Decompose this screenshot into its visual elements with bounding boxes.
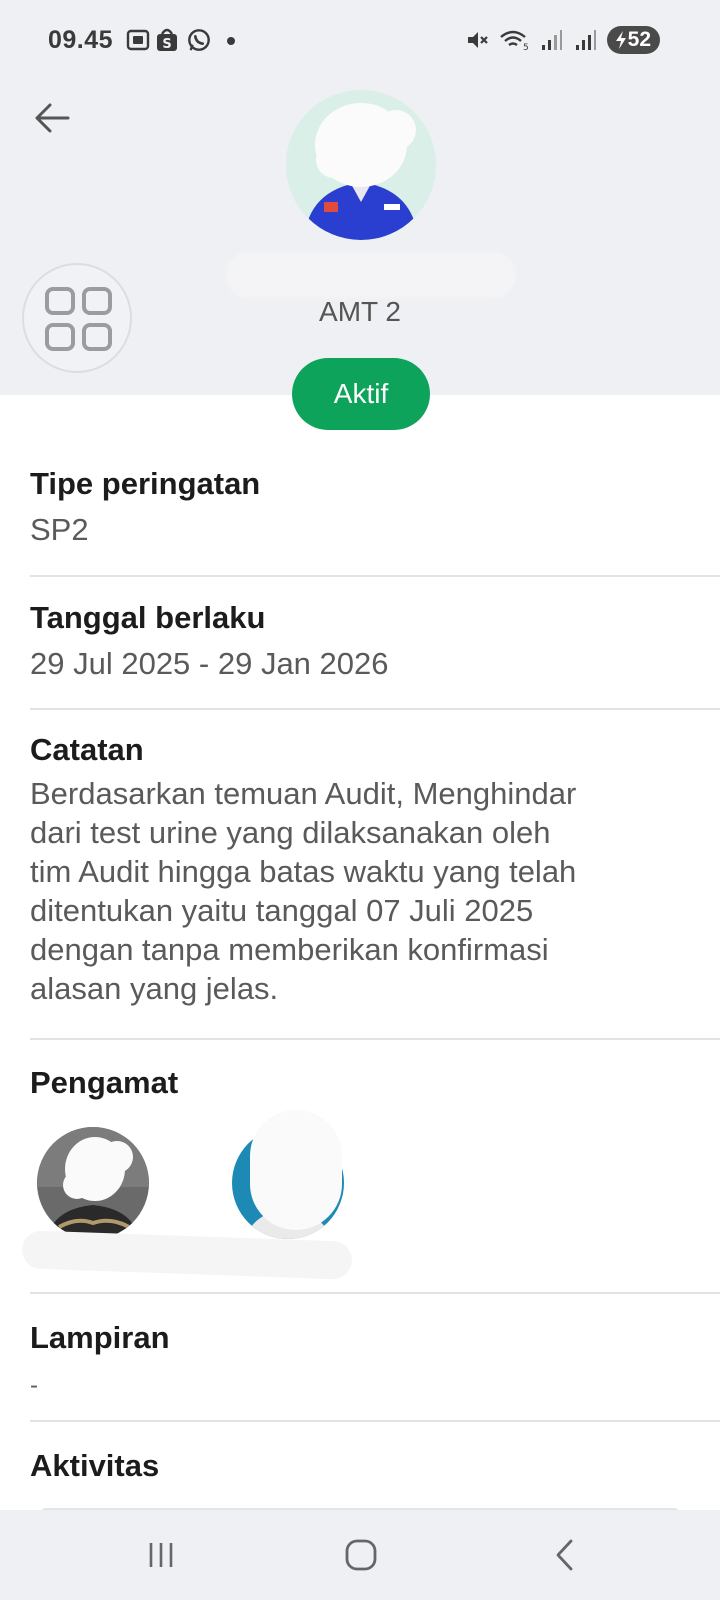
- activity-title: Aktivitas: [30, 1448, 160, 1483]
- notes-line: alasan yang jelas.: [30, 971, 279, 1006]
- charging-bolt-icon: [615, 31, 626, 49]
- observer-avatar[interactable]: [37, 1127, 149, 1239]
- effective-date-section: Tanggal berlaku 29 Jul 2025 - 29 Jan 202…: [30, 600, 720, 683]
- signal-icon-2: [575, 30, 596, 50]
- battery-level: 52: [627, 28, 651, 51]
- notes-line: ditentukan yaitu tanggal 07 Juli 2025: [30, 893, 534, 928]
- battery-indicator: 52: [606, 26, 660, 54]
- grid-icon-square: [82, 323, 112, 351]
- recent-apps-icon[interactable]: [146, 1540, 176, 1570]
- notes-line: dengan tanpa memberikan konfirmasi: [30, 932, 549, 967]
- grid-icon-square: [82, 287, 112, 315]
- notes-line: dari test urine yang dilaksanakan oleh: [30, 815, 551, 850]
- divider: [30, 1292, 720, 1294]
- notes-line: tim Audit hingga batas waktu yang telah: [30, 854, 577, 889]
- shop-icon: S: [157, 28, 177, 52]
- wifi-icon: 5: [499, 30, 529, 52]
- effective-date-title: Tanggal berlaku: [30, 600, 266, 635]
- status-badge: Aktif: [292, 358, 430, 430]
- grid-menu-button[interactable]: [22, 263, 132, 373]
- warning-type-title: Tipe peringatan: [30, 466, 261, 501]
- divider: [30, 1420, 720, 1422]
- divider: [30, 1038, 720, 1040]
- redacted-observer-names: [21, 1230, 353, 1280]
- home-icon[interactable]: [344, 1538, 378, 1572]
- status-right-icons: 5 52: [465, 24, 660, 56]
- attachments-section: Lampiran -: [30, 1320, 720, 1405]
- mute-icon: [467, 32, 488, 48]
- notification-dot-icon: [227, 37, 235, 45]
- screenshot-icon: [126, 29, 150, 51]
- notes-text: Berdasarkan temuan Audit, Menghindar dar…: [30, 774, 720, 1008]
- grid-icon: [45, 287, 75, 315]
- svg-text:S: S: [162, 37, 171, 52]
- whatsapp-icon: [188, 29, 210, 51]
- signal-icon-1: [541, 30, 562, 50]
- grid-icon-square: [45, 323, 75, 351]
- back-arrow-icon[interactable]: [30, 96, 74, 140]
- warning-type-value: SP2: [30, 512, 89, 547]
- observer-photo: [37, 1127, 149, 1239]
- status-bar: 09.45 S 5 52: [0, 0, 720, 80]
- divider: [30, 708, 720, 710]
- notes-title: Catatan: [30, 732, 144, 767]
- profile-avatar: [286, 90, 436, 240]
- divider: [30, 575, 720, 577]
- status-time: 09.45: [48, 26, 114, 54]
- nav-back-icon[interactable]: [552, 1538, 578, 1572]
- effective-date-value: 29 Jul 2025 - 29 Jan 2026: [30, 646, 389, 681]
- person-photo: [286, 90, 436, 240]
- activity-section: Aktivitas: [30, 1448, 720, 1484]
- observers-section: Pengamat: [30, 1065, 720, 1101]
- notes-section: Catatan Berdasarkan temuan Audit, Menghi…: [30, 732, 720, 1008]
- redacted-face: [290, 1130, 340, 1180]
- system-navigation-bar: [0, 1510, 720, 1600]
- attachments-title: Lampiran: [30, 1320, 170, 1355]
- attachments-value: -: [30, 1372, 38, 1399]
- warning-type-section: Tipe peringatan SP2: [30, 466, 720, 549]
- redacted-name: [226, 252, 516, 298]
- svg-text:5: 5: [523, 43, 529, 52]
- observers-title: Pengamat: [30, 1065, 179, 1100]
- notes-line: Berdasarkan temuan Audit, Menghindar: [30, 776, 577, 811]
